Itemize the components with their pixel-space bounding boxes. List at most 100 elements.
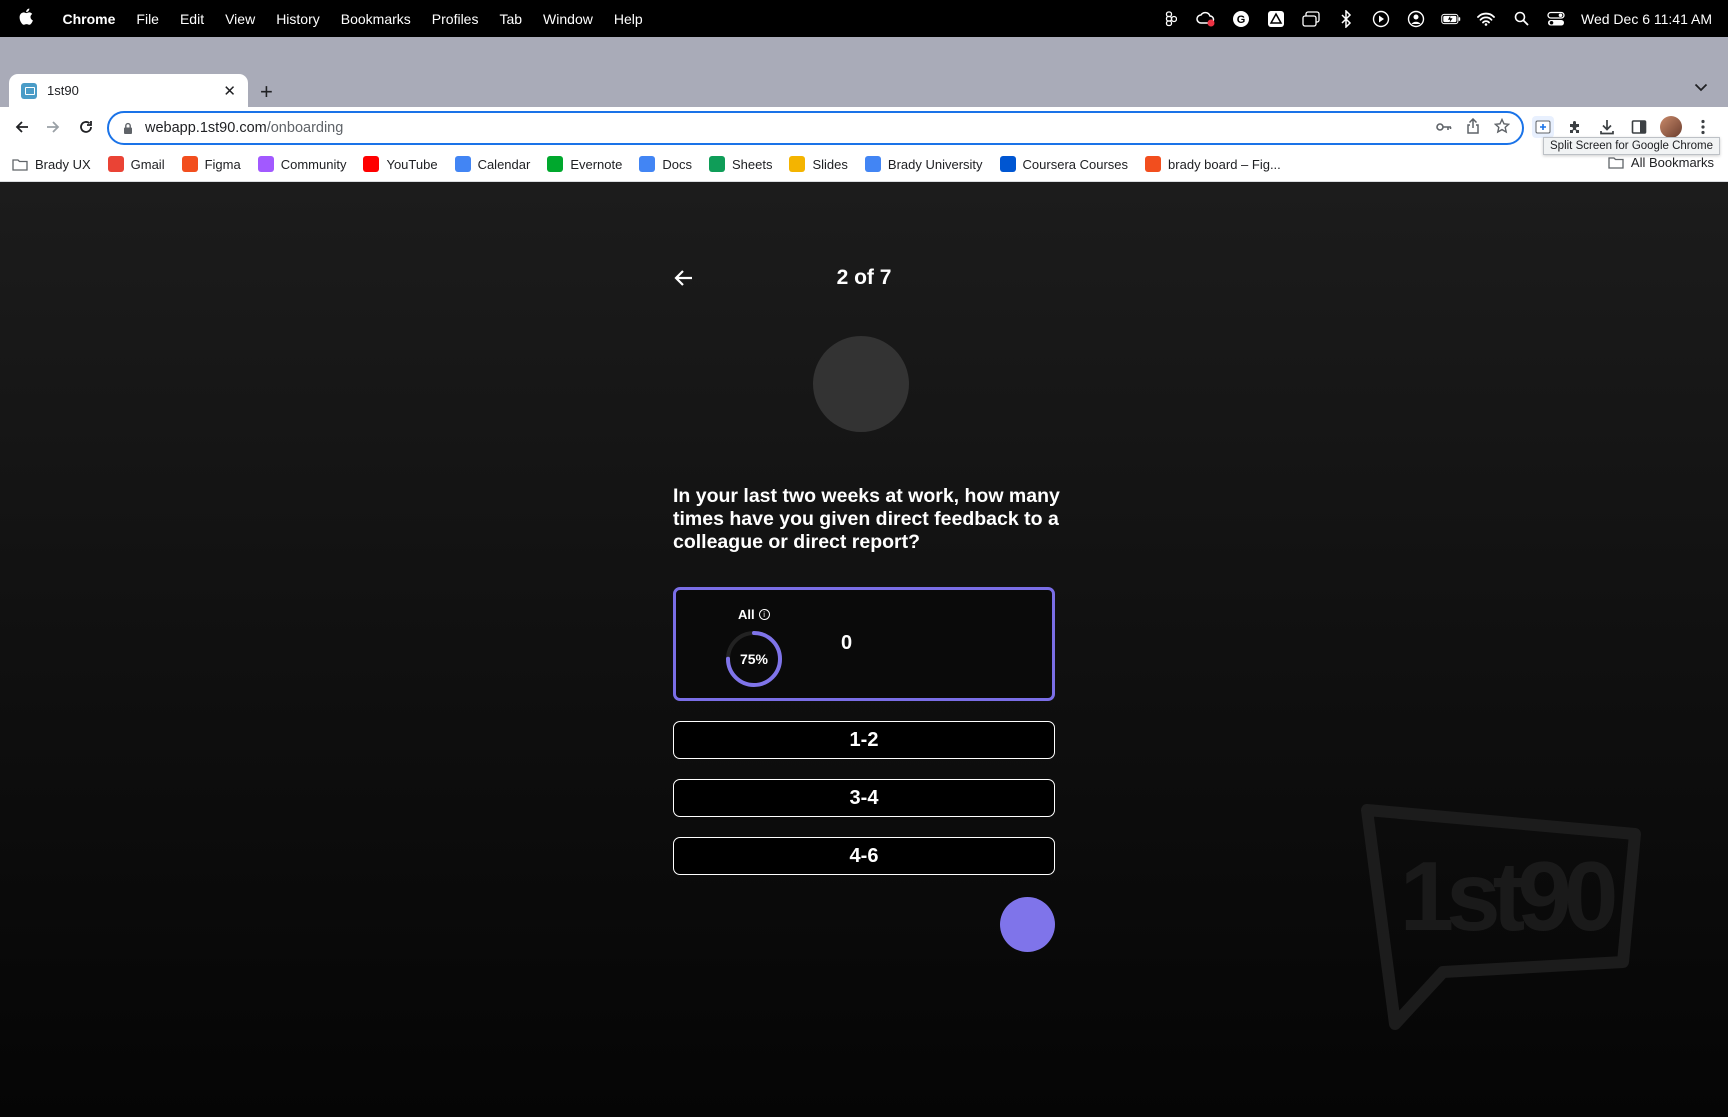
tab-favicon-icon <box>21 82 37 99</box>
bookmark-item[interactable]: Sheets <box>709 156 772 172</box>
address-bar[interactable]: webapp.1st90.com/onboarding <box>107 111 1524 145</box>
bookmark-item[interactable]: Coursera Courses <box>999 156 1129 172</box>
bookmark-label: Gmail <box>130 156 165 172</box>
bookmark-item[interactable]: Brady University <box>864 156 983 172</box>
menu-window[interactable]: Window <box>533 11 604 27</box>
apple-menu-icon[interactable] <box>0 8 52 30</box>
extension-tooltip: Split Screen for Google Chrome <box>1543 137 1720 155</box>
brand-watermark-logo: 1st90 <box>1361 804 1641 1030</box>
answer-option[interactable]: 3-4 <box>673 779 1055 817</box>
bookmark-label: YouTube <box>386 156 438 172</box>
bookmark-label: Sheets <box>732 156 773 172</box>
figma-icon <box>257 156 274 172</box>
battery-icon[interactable] <box>1441 9 1461 29</box>
bookmark-label: Evernote <box>570 156 623 172</box>
reload-icon[interactable] <box>75 116 97 138</box>
menu-edit[interactable]: Edit <box>169 11 214 27</box>
menu-bookmarks[interactable]: Bookmarks <box>330 11 421 27</box>
folder-icon <box>1608 156 1624 169</box>
bookmark-item[interactable]: brady board – Fig... <box>1145 156 1281 172</box>
stat-label: All i <box>738 607 770 622</box>
control-center-icon[interactable] <box>1546 9 1566 29</box>
extensions-puzzle-icon[interactable] <box>1564 116 1586 138</box>
drive-icon[interactable] <box>1266 9 1286 29</box>
question-text: In your last two weeks at work, how many… <box>673 485 1060 553</box>
bookmark-item[interactable]: YouTube <box>363 156 438 172</box>
browser-toolbar: webapp.1st90.com/onboarding <box>0 107 1728 147</box>
all-bookmarks-button[interactable]: All Bookmarks <box>1608 155 1714 170</box>
menu-file[interactable]: File <box>126 11 170 27</box>
youtube-icon <box>363 156 380 172</box>
percentage-ring-value: 75% <box>739 651 769 667</box>
bluetooth-icon[interactable] <box>1336 9 1356 29</box>
bookmark-label: brady board – Fig... <box>1168 156 1281 172</box>
grammarly-icon[interactable]: G <box>1231 9 1251 29</box>
windows-icon[interactable] <box>1301 9 1321 29</box>
spotlight-search-icon[interactable] <box>1511 9 1531 29</box>
sheets-icon <box>709 156 725 172</box>
tab-close-icon[interactable]: ✕ <box>223 82 236 100</box>
folder-icon <box>12 156 28 172</box>
forward-nav-icon[interactable] <box>42 116 64 138</box>
docs-icon <box>864 156 881 172</box>
info-icon[interactable]: i <box>758 609 770 620</box>
bookmark-label: Docs <box>662 156 692 172</box>
new-tab-plus-icon[interactable]: + <box>260 79 273 105</box>
bookmark-item[interactable]: Figma <box>181 156 241 172</box>
slides-icon <box>789 156 806 172</box>
status-icons: G Wed Dec 6 11:41 AM <box>1161 0 1712 37</box>
tab-search-chevron-icon[interactable] <box>1694 79 1708 96</box>
bookmark-item[interactable]: Docs <box>639 156 692 172</box>
browser-tab[interactable]: 1st90 ✕ <box>9 74 248 107</box>
user-account-icon[interactable] <box>1406 9 1426 29</box>
next-button[interactable] <box>1000 897 1055 952</box>
bookmark-label: Calendar <box>477 156 531 172</box>
answer-option[interactable]: 1-2 <box>673 721 1055 759</box>
calendar-icon <box>454 156 471 172</box>
lock-icon[interactable] <box>121 121 135 135</box>
address-url[interactable]: webapp.1st90.com/onboarding <box>145 120 1436 136</box>
answer-option[interactable]: 4-6 <box>673 837 1055 875</box>
chrome-menu-kebab-icon[interactable] <box>1692 116 1714 138</box>
wifi-icon[interactable] <box>1476 9 1496 29</box>
answer-option-selected[interactable]: All i 75% 0 <box>673 587 1055 701</box>
browser-tab-strip: 1st90 ✕ + <box>0 37 1728 107</box>
menu-profiles[interactable]: Profiles <box>421 11 489 27</box>
share-icon[interactable] <box>1466 117 1480 139</box>
figma-icon <box>181 156 198 172</box>
onboarding-page: 1st90 2 of 7 In your last two weeks at w… <box>0 182 1728 1117</box>
profile-avatar[interactable] <box>1660 116 1682 138</box>
side-panel-icon[interactable] <box>1628 116 1650 138</box>
bookmarks-bar: Brady UX Gmail Figma Community YouTube Calend… <box>0 147 1728 182</box>
bookmark-star-icon[interactable] <box>1493 117 1511 139</box>
bookmark-item[interactable]: Brady UX <box>12 156 91 172</box>
menu-view[interactable]: View <box>215 11 266 27</box>
menu-app-chrome[interactable]: Chrome <box>52 11 126 27</box>
menu-help[interactable]: Help <box>603 11 653 27</box>
bookmark-item[interactable]: Community <box>257 156 346 172</box>
bookmark-label: Coursera Courses <box>1022 156 1129 172</box>
stat-label-text: All <box>738 607 755 622</box>
figma-status-icon[interactable] <box>1161 9 1181 29</box>
key-icon[interactable] <box>1436 119 1452 137</box>
menu-tab[interactable]: Tab <box>489 11 533 27</box>
bookmark-item[interactable]: Evernote <box>547 156 622 172</box>
downloads-icon[interactable] <box>1596 116 1618 138</box>
coursera-icon <box>999 156 1016 172</box>
macos-menu-bar: Chrome File Edit View History Bookmarks … <box>0 0 1728 37</box>
url-path: /onboarding <box>266 120 344 136</box>
creative-cloud-icon[interactable] <box>1196 9 1216 29</box>
bookmark-item[interactable]: Slides <box>789 156 848 172</box>
menu-history[interactable]: History <box>266 11 331 27</box>
question-illustration-placeholder <box>813 336 909 432</box>
back-nav-icon[interactable] <box>11 116 33 138</box>
play-icon[interactable] <box>1371 9 1391 29</box>
step-progress-label: 2 of 7 <box>836 266 892 289</box>
watermark-text: 1st90 <box>1400 841 1615 951</box>
bookmark-item[interactable]: Gmail <box>107 156 165 172</box>
bookmark-item[interactable]: Calendar <box>454 156 531 172</box>
bookmark-label: Slides <box>812 156 848 172</box>
back-arrow-icon[interactable] <box>672 266 696 290</box>
menubar-clock[interactable]: Wed Dec 6 11:41 AM <box>1581 11 1712 27</box>
split-screen-extension-icon[interactable] <box>1532 116 1554 138</box>
